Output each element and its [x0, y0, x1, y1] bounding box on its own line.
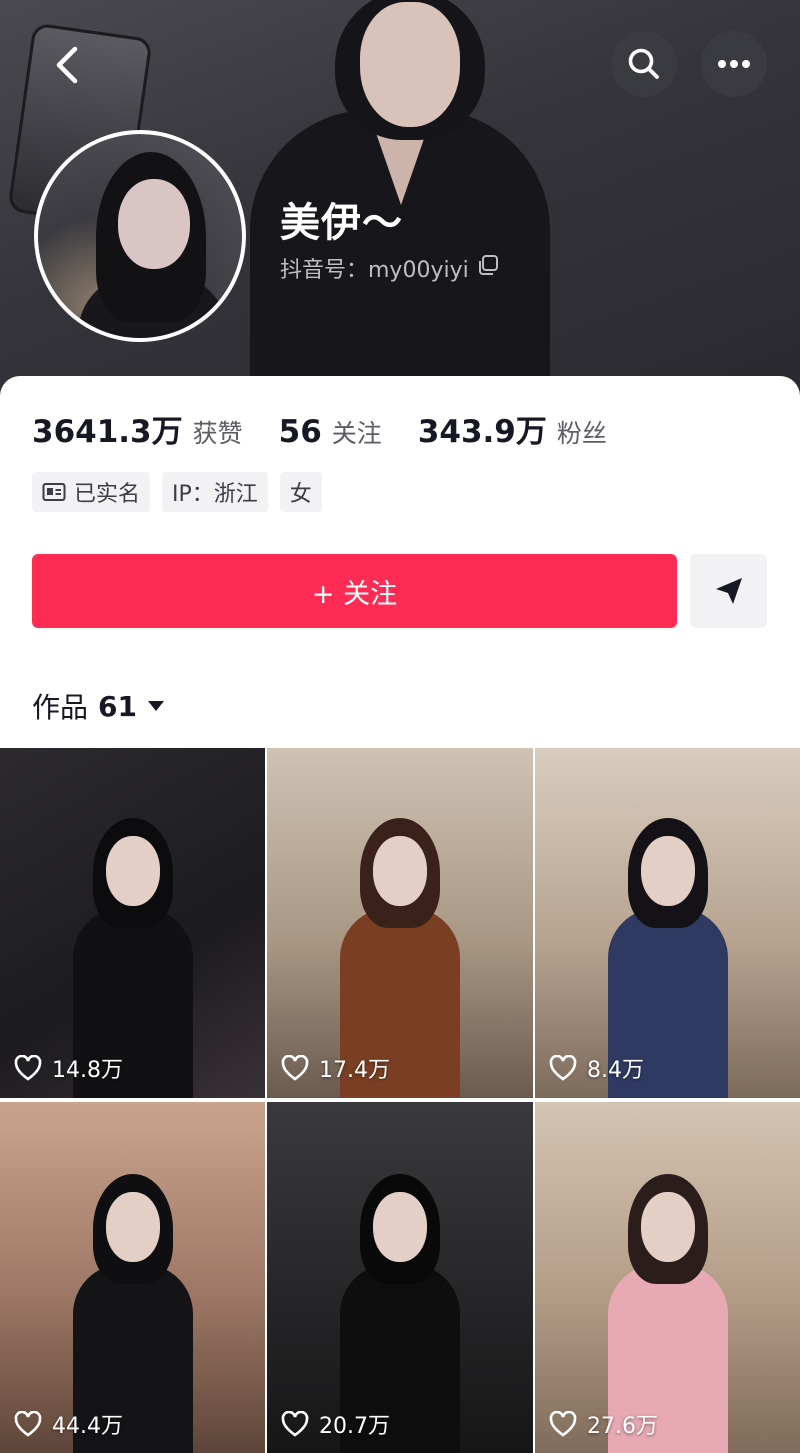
stats-row: 3641.3万 获赞 56 关注 343.9万 粉丝 [32, 406, 607, 451]
likes-count: 8.4万 [587, 1058, 644, 1083]
search-icon [628, 48, 659, 79]
video-likes: 17.4万 [281, 1052, 390, 1084]
id-card-icon [42, 483, 66, 501]
video-thumbnail[interactable]: 44.4万 [0, 1102, 265, 1453]
stat-label: 获赞 [192, 419, 243, 448]
video-likes: 44.4万 [14, 1408, 123, 1440]
profile-tags: 已实名 IP：浙江 女 [32, 472, 322, 512]
stat-followers[interactable]: 343.9万 粉丝 [418, 406, 607, 451]
caret-down-icon [147, 701, 164, 711]
works-count: 61 [98, 689, 137, 723]
follow-button[interactable]: + 关注 [32, 554, 677, 628]
video-likes: 27.6万 [549, 1408, 658, 1440]
video-likes: 8.4万 [549, 1052, 644, 1084]
back-button[interactable] [44, 40, 92, 90]
tag-verified: 已实名 [32, 472, 151, 512]
heart-icon [281, 1055, 309, 1081]
likes-count: 20.7万 [319, 1414, 390, 1439]
heart-icon [549, 1411, 577, 1437]
stat-label: 关注 [331, 419, 382, 448]
heart-icon [281, 1411, 309, 1437]
video-thumbnail[interactable]: 8.4万 [535, 748, 800, 1098]
tag-gender: 女 [279, 472, 322, 512]
avatar[interactable] [34, 130, 246, 342]
likes-count: 27.6万 [587, 1414, 658, 1439]
video-thumbnail[interactable]: 17.4万 [267, 748, 533, 1098]
heart-icon [14, 1411, 42, 1437]
tag-label: 已实名 [74, 482, 141, 507]
video-likes: 20.7万 [281, 1408, 390, 1440]
douyin-id-text: 抖音号：my00yiyi [280, 258, 469, 283]
stat-value: 343.9万 [417, 414, 547, 450]
douyin-id-row: 抖音号：my00yiyi [280, 252, 499, 284]
send-icon [715, 578, 742, 604]
copy-icon [478, 255, 498, 275]
tag-label: 女 [289, 482, 312, 507]
more-icon [718, 60, 750, 68]
copy-id-button[interactable] [477, 254, 499, 282]
profile-card: 3641.3万 获赞 56 关注 343.9万 粉丝 已实名 IP：浙江 女 +… [0, 376, 800, 1453]
stat-label: 粉丝 [556, 419, 607, 448]
video-thumbnail[interactable]: 20.7万 [267, 1102, 533, 1453]
chevron-left-icon [56, 46, 78, 84]
likes-count: 44.4万 [52, 1414, 123, 1439]
heart-icon [14, 1055, 42, 1081]
likes-count: 14.8万 [52, 1058, 123, 1083]
stat-following[interactable]: 56 关注 [279, 414, 382, 450]
more-button[interactable] [701, 31, 767, 97]
tag-label: IP：浙江 [172, 482, 258, 507]
send-message-button[interactable] [690, 554, 767, 628]
video-thumbnail[interactable]: 27.6万 [535, 1102, 800, 1453]
video-thumbnail[interactable]: 14.8万 [0, 748, 265, 1098]
tab-works[interactable]: 作品 61 [32, 686, 165, 726]
likes-count: 17.4万 [319, 1058, 390, 1083]
profile-banner: 美伊～ 抖音号：my00yiyi [0, 0, 800, 400]
video-likes: 14.8万 [14, 1052, 123, 1084]
search-button[interactable] [611, 31, 677, 97]
video-grid: 14.8万 17.4万 8.4万 44.4万 20.7万 27.6万 [0, 748, 800, 1453]
tag-ip-location: IP：浙江 [162, 472, 268, 512]
stat-value: 56 [278, 414, 322, 450]
nickname: 美伊～ [280, 200, 403, 246]
heart-icon [549, 1055, 577, 1081]
stat-value: 3641.3万 [32, 414, 183, 450]
stat-likes[interactable]: 3641.3万 获赞 [32, 406, 243, 451]
works-label: 作品 [32, 691, 89, 724]
